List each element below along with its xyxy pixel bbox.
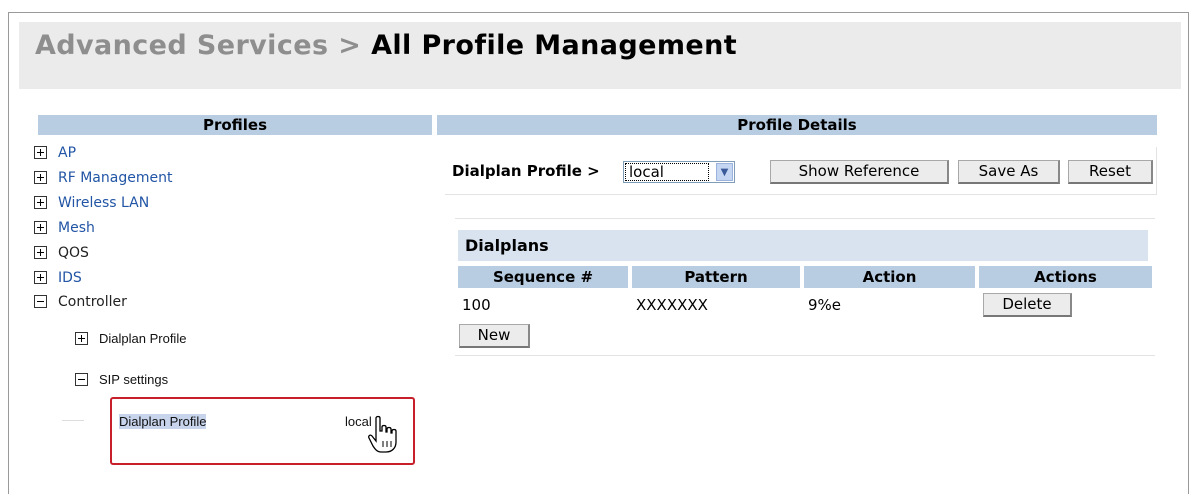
column-header-sequence: Sequence # — [458, 266, 628, 288]
tree-item-controller[interactable]: Controller — [34, 292, 127, 312]
expand-plus-icon[interactable] — [75, 332, 88, 346]
selected-profile-name[interactable]: Dialplan Profile — [119, 414, 207, 429]
breadcrumb-parent[interactable]: Advanced Services > — [35, 30, 361, 61]
tree-item-label[interactable]: SIP settings — [99, 372, 168, 387]
expand-plus-icon[interactable] — [34, 145, 47, 159]
column-header-pattern: Pattern — [632, 266, 800, 288]
dialplans-title: Dialplans — [458, 230, 1148, 261]
tree-item-rf-management[interactable]: RF Management — [34, 168, 172, 188]
tree-item-qos[interactable]: QOS — [34, 243, 89, 263]
reset-button[interactable]: Reset — [1068, 160, 1153, 184]
profile-details-header: Profile Details — [437, 115, 1157, 135]
divider — [62, 420, 84, 421]
chevron-down-icon[interactable]: ▼ — [716, 163, 733, 181]
hand-cursor-icon — [368, 415, 397, 453]
profiles-panel-header: Profiles — [38, 115, 432, 135]
cell-pattern: XXXXXXX — [636, 296, 708, 314]
collapse-minus-icon[interactable] — [75, 373, 88, 387]
tree-item-wireless-lan[interactable]: Wireless LAN — [34, 193, 149, 213]
expand-plus-icon[interactable] — [34, 270, 47, 284]
tree-item-ids[interactable]: IDS — [34, 268, 82, 288]
expand-plus-icon[interactable] — [34, 220, 47, 234]
tree-item-mesh[interactable]: Mesh — [34, 218, 95, 238]
tree-item-label[interactable]: Mesh — [58, 220, 95, 236]
new-button[interactable]: New — [459, 324, 530, 348]
cell-sequence: 100 — [462, 296, 491, 314]
expand-plus-icon[interactable] — [34, 170, 47, 184]
column-header-action: Action — [804, 266, 975, 288]
tree-subitem-dialplan-profile[interactable]: Dialplan Profile — [75, 329, 186, 349]
profile-select-value[interactable]: local — [625, 163, 709, 181]
expand-plus-icon[interactable] — [34, 245, 47, 259]
tree-subitem-sip-settings[interactable]: SIP settings — [75, 370, 168, 390]
save-as-button[interactable]: Save As — [958, 160, 1060, 184]
show-reference-button[interactable]: Show Reference — [770, 160, 949, 184]
tree-item-label[interactable]: IDS — [58, 270, 82, 286]
breadcrumb-current: All Profile Management — [371, 30, 738, 61]
sip-dialplan-profile-label[interactable]: Dialplan Profile — [119, 412, 207, 432]
dialplan-profile-label: Dialplan Profile > — [452, 162, 600, 180]
profile-select[interactable]: local ▼ — [623, 161, 735, 183]
cell-action: 9%e — [808, 296, 842, 314]
tree-item-label[interactable]: Dialplan Profile — [99, 331, 186, 346]
tree-item-label[interactable]: Controller — [58, 294, 127, 310]
page-title: Advanced Services > All Profile Manageme… — [35, 30, 737, 61]
tree-item-label[interactable]: AP — [58, 145, 76, 161]
collapse-minus-icon[interactable] — [34, 294, 47, 308]
tree-item-label[interactable]: Wireless LAN — [58, 195, 149, 211]
tree-item-label[interactable]: RF Management — [58, 170, 172, 186]
tree-item-ap[interactable]: AP — [34, 143, 76, 163]
expand-plus-icon[interactable] — [34, 195, 47, 209]
tree-item-label[interactable]: QOS — [58, 245, 89, 261]
column-header-actions: Actions — [979, 266, 1152, 288]
delete-button[interactable]: Delete — [983, 293, 1072, 317]
